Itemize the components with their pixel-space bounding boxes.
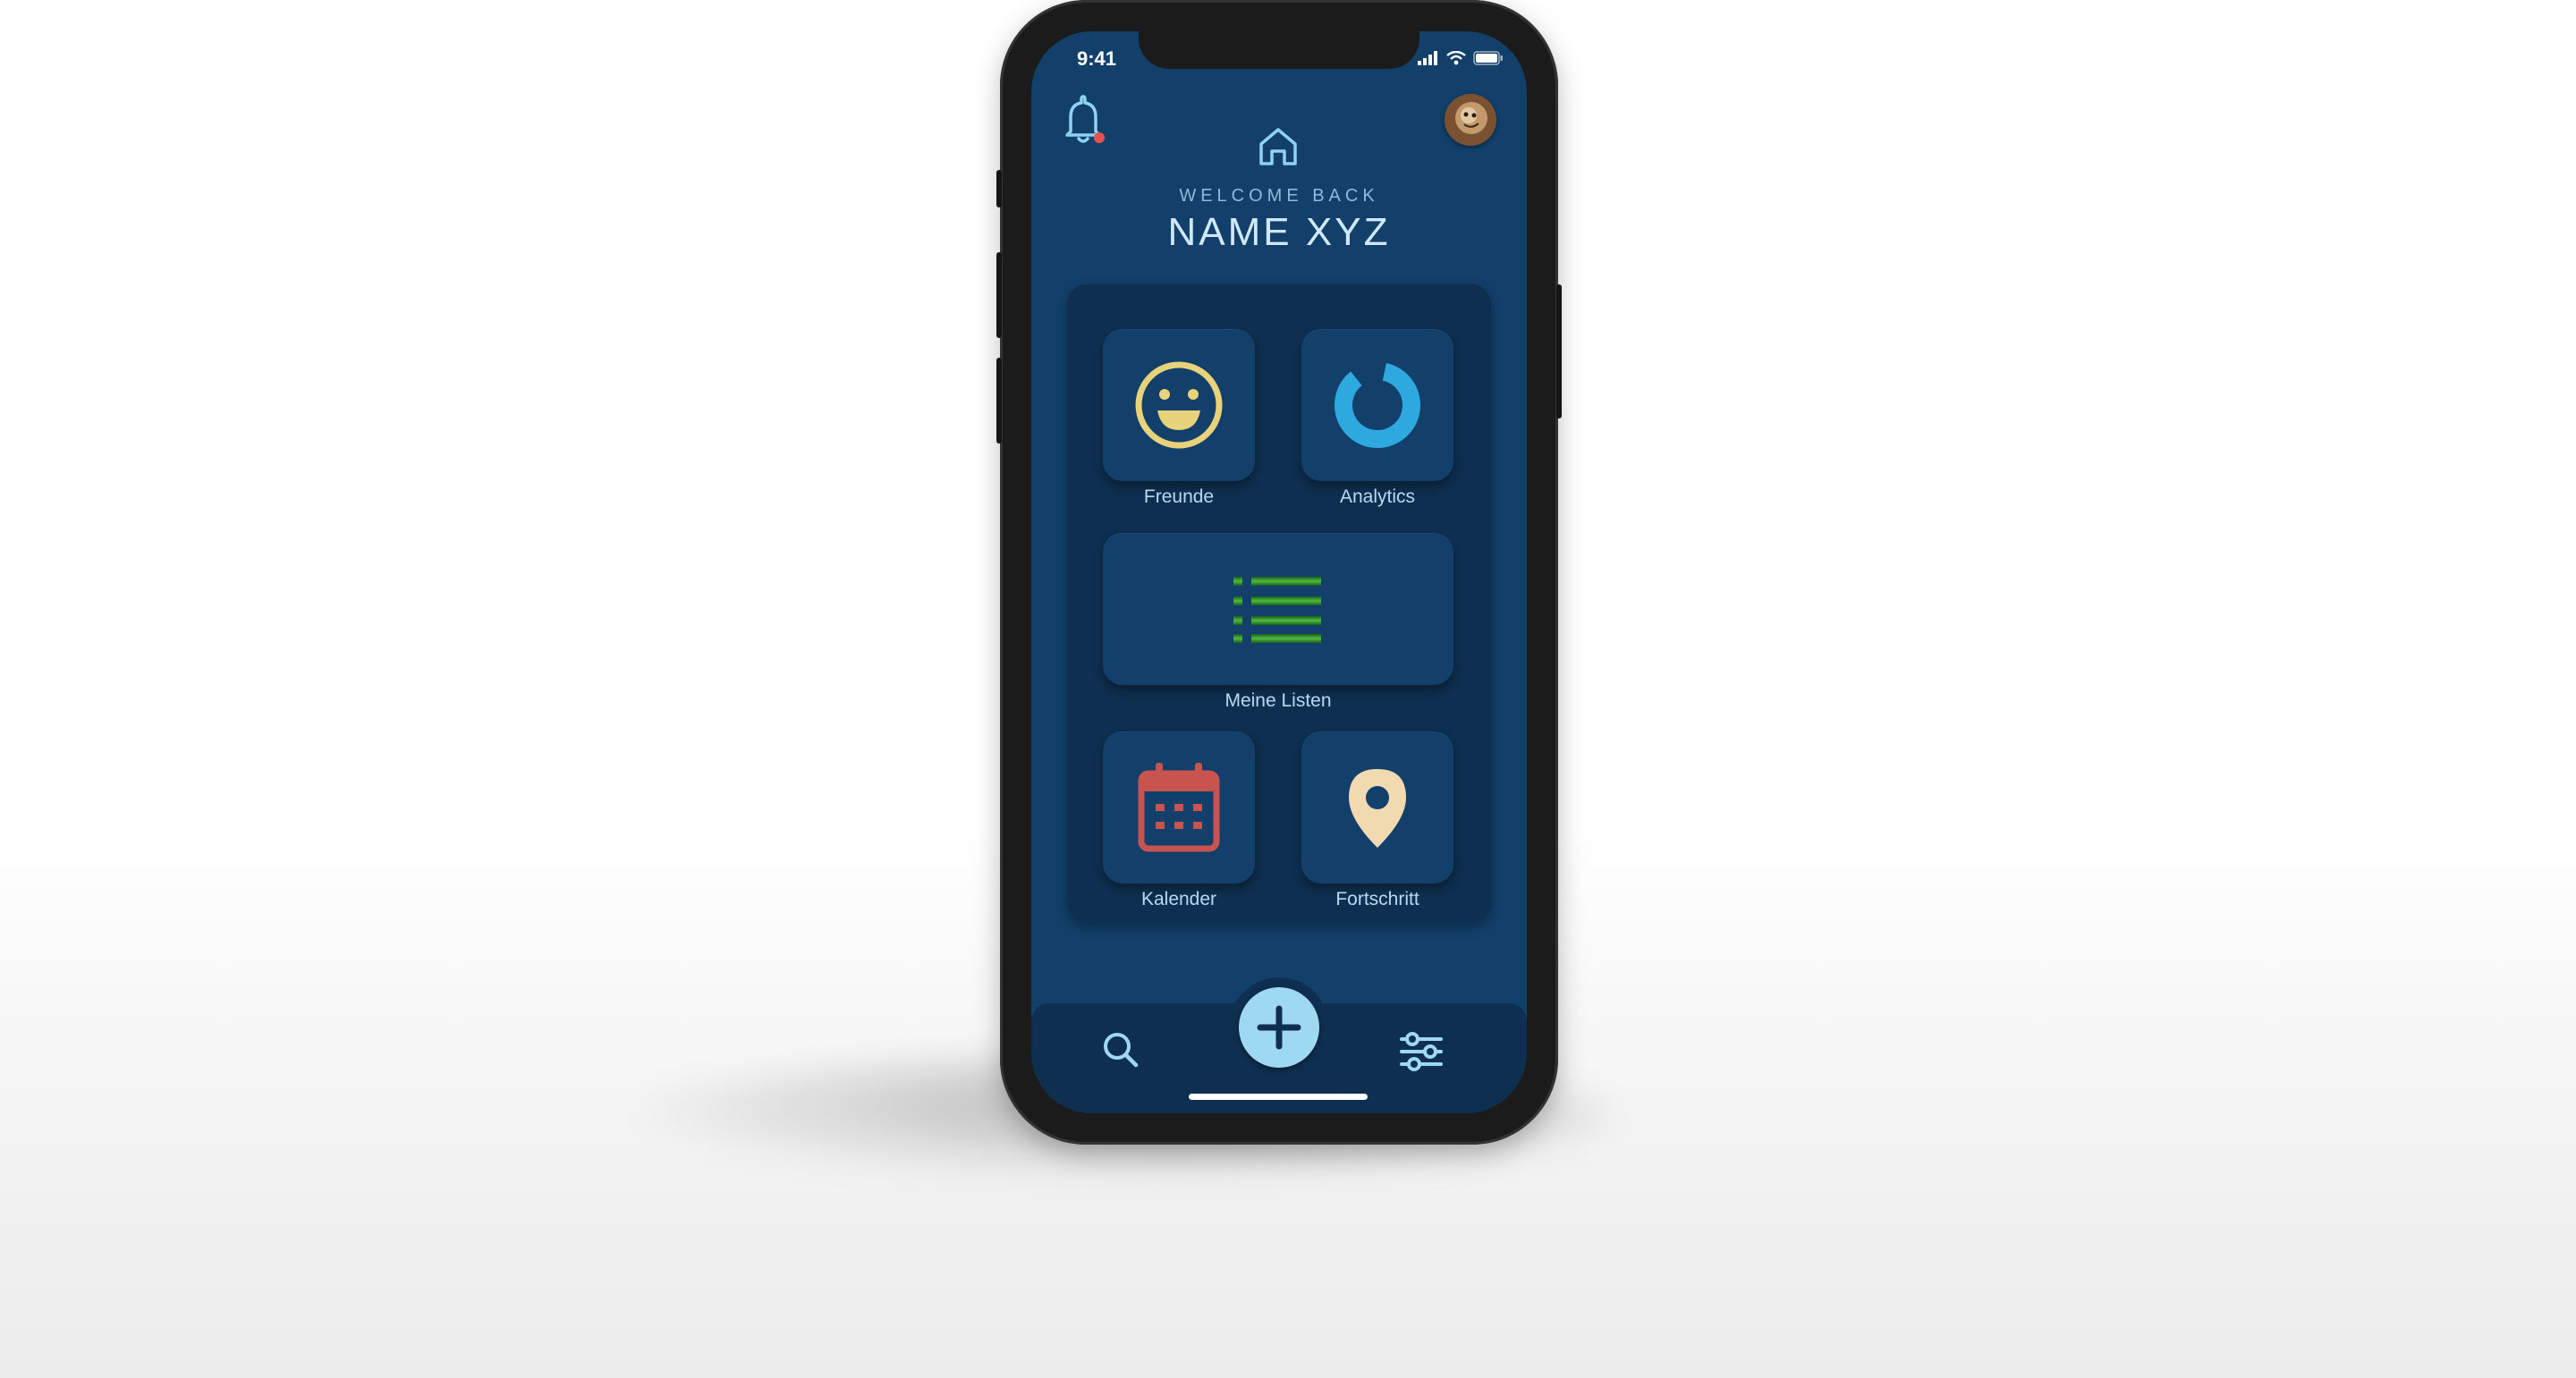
side-button-power <box>1556 284 1562 418</box>
notification-dot <box>1094 132 1105 143</box>
notch <box>1139 31 1419 69</box>
side-button-mute <box>996 170 1002 207</box>
smiley-icon <box>1135 361 1223 449</box>
tile-kalender-label: Kalender <box>1140 889 1217 909</box>
calendar-icon <box>1138 763 1220 852</box>
user-avatar[interactable] <box>1445 94 1496 146</box>
notification-button[interactable] <box>1058 94 1108 148</box>
welcome-label: WELCOME BACK <box>1179 186 1379 206</box>
tile-fortschritt[interactable] <box>1301 731 1453 883</box>
plus-icon <box>1257 1005 1301 1050</box>
home-indicator[interactable] <box>1189 1094 1368 1100</box>
donut-chart-icon <box>1335 362 1420 448</box>
tile-meine-listen[interactable] <box>1103 533 1453 685</box>
phone-frame: 9:41 WELCOME BACK NAME XYZ Freunde Analy… <box>996 0 1562 1145</box>
wifi-icon <box>1446 51 1466 65</box>
phone-screen: 9:41 WELCOME BACK NAME XYZ Freunde Analy… <box>1031 31 1527 1113</box>
tile-freunde[interactable] <box>1103 329 1255 481</box>
signal-icon <box>1418 51 1437 65</box>
bell-icon <box>1065 95 1105 143</box>
tile-meine-listen-label: Meine Listen <box>1224 690 1332 711</box>
list-icon <box>1233 577 1321 643</box>
home-icon <box>1259 128 1297 165</box>
settings-button[interactable] <box>1396 1027 1446 1077</box>
home-button[interactable] <box>1252 121 1304 173</box>
status-icons <box>1418 51 1504 65</box>
search-icon <box>1104 1033 1139 1068</box>
tile-freunde-label: Freunde <box>1143 486 1215 507</box>
menu-panel: Freunde Analytics Meine Listen Kalender … <box>1067 284 1491 921</box>
search-button[interactable] <box>1097 1027 1144 1073</box>
map-pin-icon <box>1349 769 1406 848</box>
avatar-image <box>1445 94 1496 146</box>
user-name: NAME XYZ <box>1167 210 1391 254</box>
tile-kalender[interactable] <box>1103 731 1255 883</box>
side-button-volume-up <box>996 252 1002 338</box>
tile-analytics-label: Analytics <box>1339 486 1416 507</box>
add-button[interactable] <box>1239 987 1319 1068</box>
tile-fortschritt-label: Fortschritt <box>1335 889 1419 909</box>
status-time: 9:41 <box>1076 47 1117 70</box>
side-button-volume-down <box>996 358 1002 444</box>
tile-analytics[interactable] <box>1301 329 1453 481</box>
mockup-stage: 9:41 WELCOME BACK NAME XYZ Freunde Analy… <box>0 0 2576 1378</box>
battery-icon <box>1473 51 1503 65</box>
sliders-icon <box>1400 1032 1443 1071</box>
